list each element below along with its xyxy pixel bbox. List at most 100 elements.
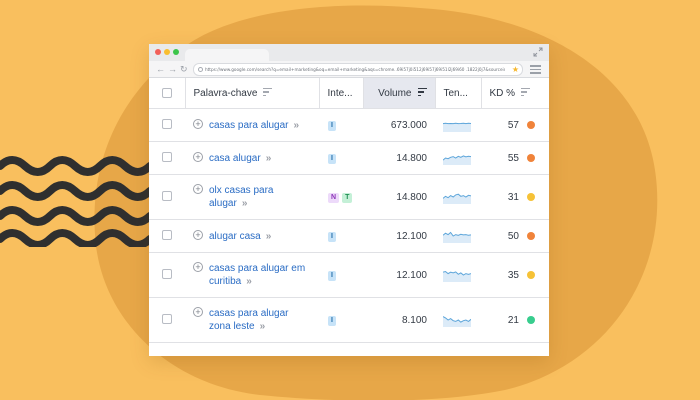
row-checkbox-cell xyxy=(149,252,185,298)
keyword-link[interactable]: casas para alugar em curitiba xyxy=(209,263,305,287)
close-window-button[interactable] xyxy=(155,49,161,55)
add-keyword-icon[interactable]: + xyxy=(193,307,203,317)
keyword-cell: + alugar casa » xyxy=(185,219,319,253)
back-arrow-icon[interactable]: ← xyxy=(156,63,165,75)
sort-icon[interactable] xyxy=(521,88,531,98)
volume-cell: 12.100 xyxy=(363,219,435,253)
chevron-double-right-icon[interactable]: » xyxy=(266,231,271,242)
intent-badge: I xyxy=(328,232,336,242)
row-checkbox[interactable] xyxy=(162,313,172,324)
trend-cell xyxy=(435,141,481,175)
kd-value: 21 xyxy=(507,314,519,326)
row-checkbox[interactable] xyxy=(162,118,172,129)
lock-icon xyxy=(198,67,203,72)
trend-sparkline xyxy=(443,270,471,282)
browser-window: ← → ↻ https://www.google.com/search?q=em… xyxy=(149,44,549,356)
kd-value: 57 xyxy=(507,119,519,131)
trend-sparkline xyxy=(443,155,471,165)
star-icon[interactable]: ★ xyxy=(512,64,519,75)
kd-column-header[interactable]: KD % xyxy=(480,78,549,109)
minimize-window-button[interactable] xyxy=(164,49,170,55)
table-row: + alugar casa » I 12.100 50 xyxy=(149,219,549,253)
kd-cell: 35 xyxy=(481,252,549,298)
kd-value: 50 xyxy=(507,230,519,242)
keyword-cell: + casas para alugar zona leste» xyxy=(185,297,319,343)
chevron-double-right-icon[interactable]: » xyxy=(266,153,271,164)
volume-header-label: Volume xyxy=(378,87,412,99)
add-keyword-icon[interactable]: + xyxy=(193,184,203,194)
volume-cell: 14.800 xyxy=(363,141,435,175)
keyword-table: Palavra-chave Inte... Volume Ten... KD %… xyxy=(149,78,549,343)
row-checkbox[interactable] xyxy=(162,190,172,201)
keyword-link[interactable]: casas para alugar xyxy=(209,120,289,131)
chevron-double-right-icon[interactable]: » xyxy=(246,276,251,287)
trend-sparkline xyxy=(443,231,471,243)
add-keyword-icon[interactable]: + xyxy=(193,151,203,162)
trend-cell xyxy=(435,297,481,343)
trend-cell xyxy=(435,252,481,298)
url-text[interactable]: https://www.google.com/search?q=email+ma… xyxy=(205,64,505,75)
browser-tab[interactable] xyxy=(185,49,269,61)
difficulty-dot xyxy=(527,120,535,129)
intent-badge: I xyxy=(328,154,336,164)
sort-icon[interactable] xyxy=(417,88,427,98)
keyword-column-header[interactable]: Palavra-chave xyxy=(184,78,319,109)
difficulty-dot xyxy=(527,231,535,240)
intent-column-header[interactable]: Inte... xyxy=(318,78,363,109)
keyword-cell: + casas para alugar » xyxy=(185,108,319,142)
add-keyword-icon[interactable]: + xyxy=(193,229,203,240)
kd-cell: 31 xyxy=(481,174,549,220)
trend-cell xyxy=(435,108,481,142)
table-row: + casas para alugar » I 673.000 57 xyxy=(149,108,549,142)
chevron-double-right-icon[interactable]: » xyxy=(260,321,265,332)
trend-sparkline xyxy=(443,122,471,132)
row-checkbox-cell xyxy=(149,141,185,175)
keyword-link[interactable]: casas para alugar zona leste xyxy=(209,308,289,332)
volume-cell: 14.800 xyxy=(363,174,435,220)
intent-header-label: Inte... xyxy=(327,87,353,99)
row-checkbox[interactable] xyxy=(162,151,172,162)
volume-cell: 8.100 xyxy=(363,297,435,343)
volume-column-header[interactable]: Volume xyxy=(362,78,435,109)
intent-cell: I xyxy=(319,141,363,175)
difficulty-dot xyxy=(527,270,535,279)
select-all-checkbox[interactable] xyxy=(161,88,172,98)
intent-badge: I xyxy=(328,121,336,131)
intent-cell: I xyxy=(319,108,363,142)
table-row: + casa alugar » I 14.800 55 xyxy=(149,141,549,175)
table-header-row: Palavra-chave Inte... Volume Ten... KD % xyxy=(149,78,549,109)
address-bar[interactable]: https://www.google.com/search?q=email+ma… xyxy=(193,63,523,76)
keyword-link[interactable]: alugar casa xyxy=(209,231,261,242)
kd-cell: 21 xyxy=(481,297,549,343)
intent-cell: I xyxy=(319,219,363,253)
volume-cell: 12.100 xyxy=(363,252,435,298)
reload-icon[interactable]: ↻ xyxy=(180,63,188,75)
table-row: + casas para alugar em curitiba» I 12.100 35 xyxy=(149,252,549,298)
keyword-cell: + olx casas para alugar» xyxy=(185,174,319,220)
row-checkbox[interactable] xyxy=(162,229,172,240)
trend-cell xyxy=(435,219,481,253)
expand-icon[interactable] xyxy=(533,47,543,57)
row-checkbox-cell xyxy=(149,297,185,343)
kd-cell: 55 xyxy=(481,141,549,175)
trend-sparkline xyxy=(443,316,471,327)
keyword-link[interactable]: casa alugar xyxy=(209,153,261,164)
maximize-window-button[interactable] xyxy=(173,49,179,55)
keyword-cell: + casas para alugar em curitiba» xyxy=(185,252,319,298)
add-keyword-icon[interactable]: + xyxy=(193,262,203,272)
intent-cell: I xyxy=(319,252,363,298)
menu-icon[interactable] xyxy=(530,65,541,76)
forward-arrow-icon[interactable]: → xyxy=(168,63,177,75)
trend-column-header[interactable]: Ten... xyxy=(434,78,481,109)
chevron-double-right-icon[interactable]: » xyxy=(294,120,299,131)
table-row: + casas para alugar zona leste» I 8.100 21 xyxy=(149,297,549,343)
sort-icon[interactable] xyxy=(263,88,273,98)
select-all-header xyxy=(149,78,185,109)
browser-titlebar xyxy=(149,44,549,61)
chevron-double-right-icon[interactable]: » xyxy=(242,198,247,209)
trend-cell xyxy=(435,174,481,220)
row-checkbox[interactable] xyxy=(162,268,172,279)
add-keyword-icon[interactable]: + xyxy=(193,118,203,129)
keyword-header-label: Palavra-chave xyxy=(193,87,258,99)
intent-cell: NT xyxy=(319,174,363,220)
